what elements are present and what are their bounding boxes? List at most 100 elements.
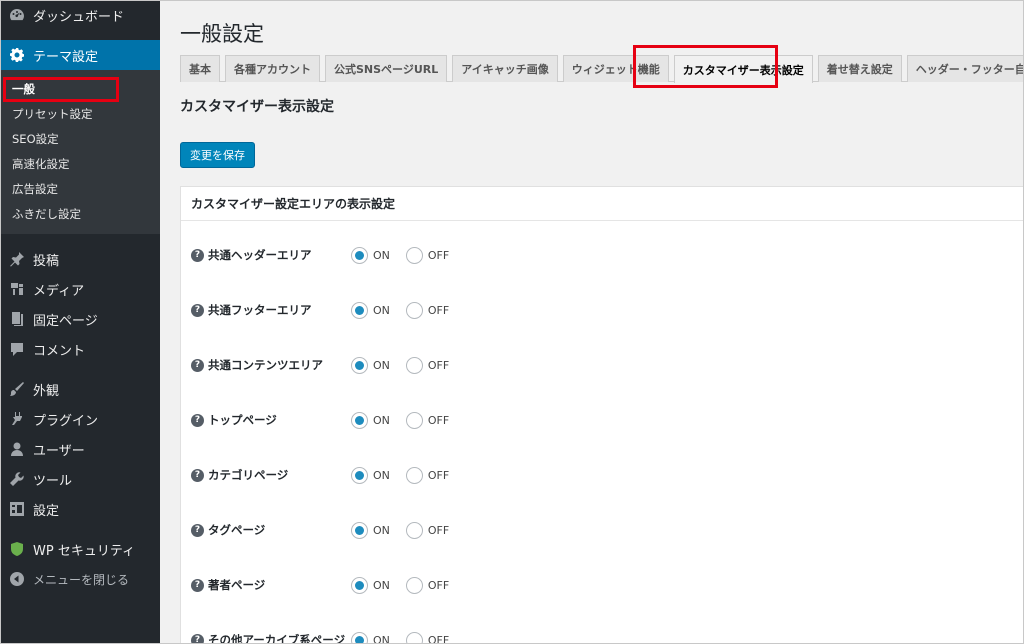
save-changes-button[interactable]: 変更を保存	[180, 142, 255, 168]
radio-off[interactable]	[405, 301, 423, 319]
tab-eyecatch[interactable]: アイキャッチ画像	[452, 55, 558, 82]
radio-off[interactable]	[405, 246, 423, 264]
setting-row: ? その他アーカイブ系ページ ON OFF	[191, 630, 1011, 644]
tab-skin[interactable]: 着せ替え設定	[817, 55, 902, 82]
sidebar-item-label: WP セキュリティ	[33, 543, 136, 559]
radio-off[interactable]	[405, 356, 423, 374]
wrench-icon	[8, 470, 26, 488]
setting-row: ? トップページ ON OFF	[191, 410, 1011, 430]
setting-row: ? 著者ページ ON OFF	[191, 575, 1011, 595]
media-icon	[8, 280, 26, 298]
radio-on[interactable]	[351, 631, 368, 644]
tab-widget[interactable]: ウィジェット機能	[562, 55, 669, 82]
submenu-item-balloon[interactable]: ふきだし設定	[0, 201, 160, 226]
radio-on-label: ON	[373, 358, 390, 372]
sidebar-item-pages[interactable]: 固定ページ	[0, 304, 160, 334]
tab-customizer-display[interactable]: カスタマイザー表示設定	[673, 55, 813, 83]
sidebar-item-dashboard[interactable]: ダッシュボード	[0, 0, 160, 30]
admin-sidebar: ダッシュボード テーマ設定 一般 プリセット設定 SEO設定 高速化設定 広告設…	[0, 0, 160, 644]
submenu-item-seo[interactable]: SEO設定	[0, 126, 160, 151]
help-icon[interactable]: ?	[191, 523, 204, 537]
radio-off[interactable]	[405, 631, 423, 644]
radio-on-label: ON	[373, 248, 390, 262]
setting-label: その他アーカイブ系ページ	[208, 633, 346, 644]
sidebar-item-label: ユーザー	[33, 443, 85, 459]
tab-basic[interactable]: 基本	[180, 55, 220, 82]
sidebar-item-appearance[interactable]: 外観	[0, 374, 160, 404]
radio-on-label: ON	[373, 413, 390, 427]
sidebar-item-label: メディア	[33, 283, 85, 299]
radio-on[interactable]	[351, 356, 368, 374]
sidebar-item-posts[interactable]: 投稿	[0, 244, 160, 274]
radio-off-label: OFF	[427, 468, 450, 482]
submenu-item-preset[interactable]: プリセット設定	[0, 101, 160, 126]
help-icon[interactable]: ?	[191, 413, 204, 427]
main-content: 一般設定 基本 各種アカウント 公式SNSページURL アイキャッチ画像 ウィジ…	[160, 0, 1024, 644]
setting-row: ? 共通ヘッダーエリア ON OFF	[191, 245, 1011, 265]
brush-icon	[8, 380, 26, 398]
radio-off-label: OFF	[427, 303, 450, 317]
radio-off[interactable]	[405, 576, 423, 594]
page-title: 一般設定	[180, 22, 264, 46]
comment-icon	[8, 340, 26, 358]
on-off-radio-group: ON OFF	[351, 301, 465, 319]
sidebar-item-label: 固定ページ	[33, 313, 98, 329]
radio-on[interactable]	[351, 521, 368, 539]
on-off-radio-group: ON OFF	[351, 631, 465, 644]
tab-sns-url[interactable]: 公式SNSページURL	[325, 55, 448, 82]
sidebar-collapse-menu[interactable]: メニューを閉じる	[0, 564, 160, 594]
settings-panel: カスタマイザー設定エリアの表示設定 ? 共通ヘッダーエリア ON OFF? 共通フッター…	[180, 186, 1024, 644]
radio-on[interactable]	[351, 246, 368, 264]
radio-off-label: OFF	[427, 633, 450, 644]
submenu-item-speed[interactable]: 高速化設定	[0, 151, 160, 176]
radio-off[interactable]	[405, 521, 423, 539]
radio-on[interactable]	[351, 411, 368, 429]
tab-accounts[interactable]: 各種アカウント	[225, 55, 320, 82]
radio-off-label: OFF	[427, 413, 450, 427]
sidebar-item-label: ダッシュボード	[33, 9, 125, 25]
sidebar-item-label: ツール	[33, 473, 73, 489]
sidebar-item-wp-security[interactable]: WP セキュリティ	[0, 534, 160, 564]
sidebar-item-media[interactable]: メディア	[0, 274, 160, 304]
radio-on[interactable]	[351, 466, 368, 484]
sidebar-item-comments[interactable]: コメント	[0, 334, 160, 364]
theme-submenu: 一般 プリセット設定 SEO設定 高速化設定 広告設定 ふきだし設定	[0, 70, 160, 234]
radio-on[interactable]	[351, 576, 368, 594]
sidebar-item-label: 投稿	[33, 253, 60, 269]
setting-label: 共通フッターエリア	[208, 303, 312, 317]
sidebar-item-users[interactable]: ユーザー	[0, 434, 160, 464]
sidebar-item-theme-settings[interactable]: テーマ設定	[0, 40, 160, 70]
submenu-item-ads[interactable]: 広告設定	[0, 176, 160, 201]
setting-label: 共通ヘッダーエリア	[208, 248, 312, 262]
tab-header-footer[interactable]: ヘッダー・フッター自由入力	[906, 55, 1024, 82]
radio-off-label: OFF	[427, 523, 450, 537]
on-off-radio-group: ON OFF	[351, 246, 465, 264]
setting-label: タグページ	[208, 523, 266, 537]
help-icon[interactable]: ?	[191, 578, 204, 592]
setting-label: カテゴリページ	[208, 468, 289, 482]
sidebar-item-tools[interactable]: ツール	[0, 464, 160, 494]
radio-off-label: OFF	[427, 358, 450, 372]
plugin-icon	[8, 410, 26, 428]
sidebar-item-plugins[interactable]: プラグイン	[0, 404, 160, 434]
sidebar-item-label: 設定	[33, 503, 60, 519]
setting-row: ? タグページ ON OFF	[191, 520, 1011, 540]
page-icon	[8, 310, 26, 328]
dashboard-icon	[8, 6, 26, 24]
help-icon[interactable]: ?	[191, 303, 204, 317]
help-icon[interactable]: ?	[191, 468, 204, 482]
radio-off[interactable]	[405, 411, 423, 429]
setting-label: トップページ	[208, 413, 277, 427]
help-icon[interactable]: ?	[191, 248, 204, 262]
help-icon[interactable]: ?	[191, 633, 204, 644]
radio-off[interactable]	[405, 466, 423, 484]
submenu-item-general[interactable]: 一般	[0, 76, 160, 101]
sidebar-item-settings[interactable]: 設定	[0, 494, 160, 524]
radio-on[interactable]	[351, 301, 368, 319]
shield-icon	[8, 540, 26, 558]
radio-off-label: OFF	[427, 248, 450, 262]
sidebar-item-label: プラグイン	[33, 413, 99, 429]
help-icon[interactable]: ?	[191, 358, 204, 372]
radio-on-label: ON	[373, 303, 390, 317]
user-icon	[8, 440, 26, 458]
